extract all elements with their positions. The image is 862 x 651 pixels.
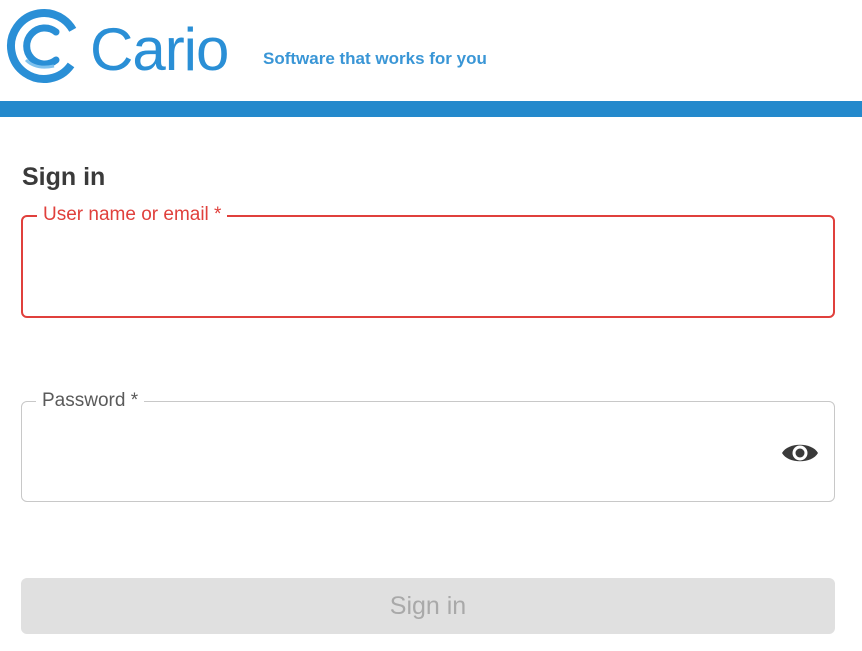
header-accent-bar bbox=[0, 101, 862, 117]
username-label: User name or email * bbox=[37, 203, 228, 227]
cario-logo-icon bbox=[7, 9, 81, 83]
password-label: Password * bbox=[36, 389, 145, 413]
page-title: Sign in bbox=[22, 163, 106, 191]
brand-name: Cario bbox=[90, 16, 229, 83]
username-input[interactable] bbox=[37, 237, 761, 299]
eye-icon[interactable] bbox=[780, 438, 820, 468]
app-header: Cario Software that works for you bbox=[0, 0, 862, 101]
tagline: Software that works for you bbox=[263, 49, 487, 68]
username-field[interactable]: User name or email * bbox=[21, 203, 835, 318]
sign-in-button[interactable]: Sign in bbox=[21, 578, 835, 634]
password-field[interactable]: Password * bbox=[21, 389, 835, 502]
password-input[interactable] bbox=[36, 422, 760, 484]
